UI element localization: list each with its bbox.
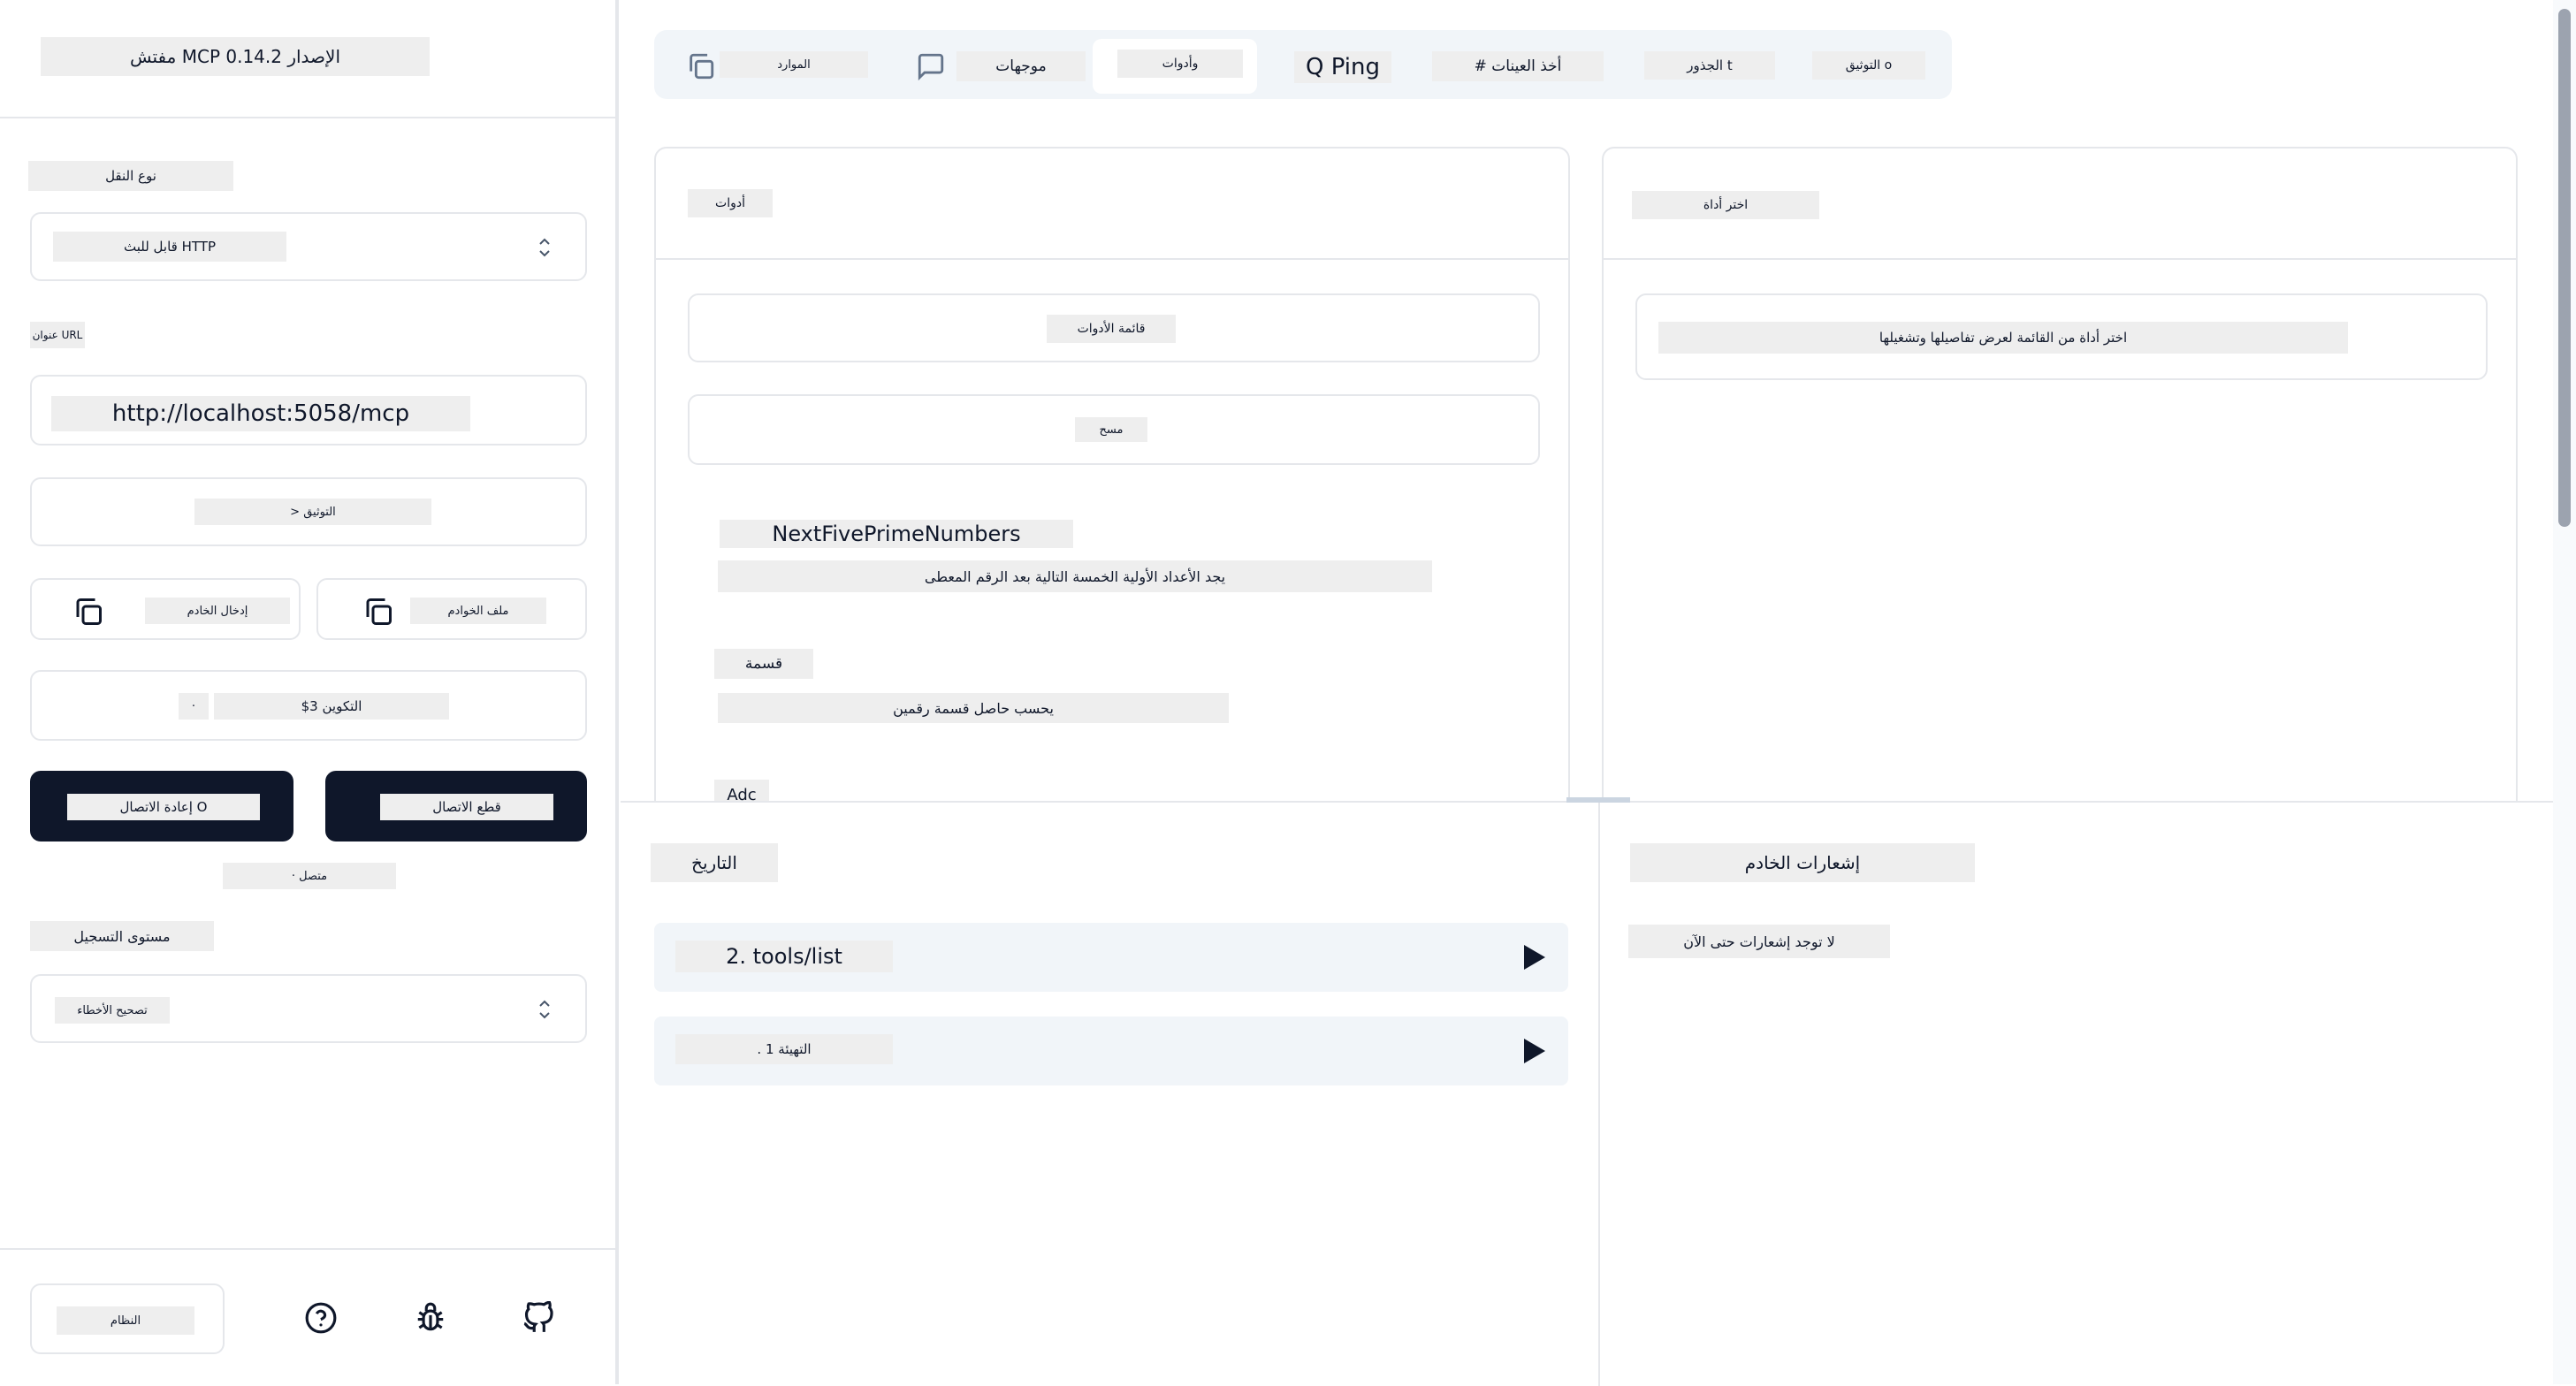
copy-icon <box>366 598 392 625</box>
history-item-label: . التهيئة 1 <box>675 1034 893 1064</box>
play-icon <box>1524 1039 1545 1063</box>
sidebar-header: مفتش MCP الإصدار 0.14.2 <box>0 0 619 118</box>
help-circle-icon[interactable] <box>304 1301 338 1335</box>
message-square-icon <box>918 53 944 81</box>
theme-button[interactable]: النظام <box>30 1283 225 1354</box>
bottom-section: التاريخ 2. tools/list . التهيئة 1 إشعارا… <box>621 797 2576 1386</box>
tab-ping[interactable]: Q Ping <box>1285 39 1391 94</box>
transport-label: نوع النقل <box>28 161 233 191</box>
tool-description: يجد الأعداد الأولية الخمسة التالية بعد ا… <box>718 560 1432 592</box>
clear-label: مسح <box>1075 417 1147 442</box>
tool-name: قسمة <box>714 649 813 679</box>
config-label: $3 التكوين <box>214 693 449 720</box>
play-icon <box>1524 945 1545 970</box>
disconnect-button[interactable]: قطع الاتصال <box>325 771 587 842</box>
tool-detail-placeholder-card: اختر أداة من القائمة لعرض تفاصيلها وتشغي… <box>1635 293 2488 380</box>
server-file-label: ملف الخوادم <box>410 598 546 624</box>
chevrons-up-down-icon <box>539 1000 550 1019</box>
url-label: عنوان URL <box>30 322 85 348</box>
tab-prompts[interactable]: موجهات <box>911 39 1086 94</box>
reconnect-label: إعادة الاتصال O <box>67 794 260 820</box>
panel-divider <box>1604 258 2516 260</box>
copy-icon <box>690 53 714 80</box>
bug-icon[interactable] <box>414 1301 447 1335</box>
theme-label: النظام <box>57 1306 194 1335</box>
auth-button[interactable]: > التوثيق <box>30 477 587 546</box>
tab-prompts-label: موجهات <box>956 51 1086 81</box>
tool-name: NextFivePrimeNumbers <box>720 520 1073 548</box>
url-value: http://localhost:5058/mcp <box>51 396 470 431</box>
url-input[interactable]: http://localhost:5058/mcp <box>30 375 587 446</box>
panel-divider <box>656 258 1568 260</box>
tab-roots-label: الجذور t <box>1644 51 1775 80</box>
clear-button[interactable]: مسح <box>688 394 1540 465</box>
tab-auth-label: التوثيق o <box>1812 51 1925 80</box>
copy-icon <box>76 598 102 625</box>
log-level-label: مستوى التسجيل <box>30 921 214 951</box>
chevrons-up-down-icon <box>539 238 550 257</box>
tab-ping-label: Q Ping <box>1294 51 1391 83</box>
transport-select[interactable]: قابل للبث HTTP <box>30 212 587 281</box>
app-title: مفتش MCP الإصدار 0.14.2 <box>41 37 430 76</box>
tab-tools-label: وأدوات <box>1117 50 1243 78</box>
list-tools-button[interactable]: قائمة الأدوات <box>688 293 1540 362</box>
history-item[interactable]: 2. tools/list <box>654 923 1568 992</box>
log-level-select[interactable]: تصحيح الأخطاء <box>30 974 587 1043</box>
notifications-title: إشعارات الخادم <box>1630 843 1975 882</box>
tab-resources[interactable]: الموارد <box>675 39 877 94</box>
sidebar: مفتش MCP الإصدار 0.14.2 نوع النقل قابل ل… <box>0 0 619 1384</box>
github-icon[interactable] <box>522 1301 555 1335</box>
bottom-divider <box>1598 803 1600 1386</box>
history-item-label: 2. tools/list <box>675 940 893 972</box>
tab-auth[interactable]: التوثيق o <box>1810 39 1925 94</box>
sidebar-footer-divider <box>0 1248 619 1250</box>
tab-resources-label: الموارد <box>720 51 868 78</box>
tool-detail-panel: اختر أداة اختر أداة من القائمة لعرض تفاص… <box>1602 147 2518 819</box>
server-file-button[interactable]: ملف الخوادم <box>316 578 587 640</box>
scrollbar-thumb[interactable] <box>2558 9 2571 527</box>
config-prefix: · <box>179 693 209 720</box>
tab-sampling[interactable]: # أخذ العينات <box>1430 39 1604 94</box>
tab-tools[interactable]: وأدوات <box>1093 39 1257 94</box>
history-title: التاريخ <box>651 843 778 882</box>
transport-value: قابل للبث HTTP <box>53 232 286 262</box>
reconnect-button[interactable]: إعادة الاتصال O <box>30 771 293 842</box>
tool-description: يحسب حاصل قسمة رقمين <box>718 693 1229 723</box>
server-entry-label: إدخال الخادم <box>145 598 290 624</box>
connection-status: · متصل <box>223 863 396 889</box>
disconnect-label: قطع الاتصال <box>380 794 553 820</box>
notifications-empty: لا توجد إشعارات حتى الآن <box>1628 925 1890 958</box>
tab-sampling-label: # أخذ العينات <box>1432 51 1604 81</box>
server-entry-button[interactable]: إدخال الخادم <box>30 578 301 640</box>
list-tools-label: قائمة الأدوات <box>1047 315 1176 343</box>
tab-roots[interactable]: الجذور t <box>1641 39 1775 94</box>
tool-detail-placeholder: اختر أداة من القائمة لعرض تفاصيلها وتشغي… <box>1658 322 2348 354</box>
history-item[interactable]: . التهيئة 1 <box>654 1017 1568 1085</box>
tools-panel: أدوات قائمة الأدوات مسح NextFivePrimeNum… <box>654 147 1570 819</box>
tools-panel-title: أدوات <box>688 189 773 217</box>
tool-detail-title: اختر أداة <box>1632 191 1819 219</box>
auth-button-label: > التوثيق <box>194 499 431 525</box>
log-level-value: تصحيح الأخطاء <box>55 997 170 1024</box>
config-button[interactable]: · $3 التكوين <box>30 670 587 741</box>
